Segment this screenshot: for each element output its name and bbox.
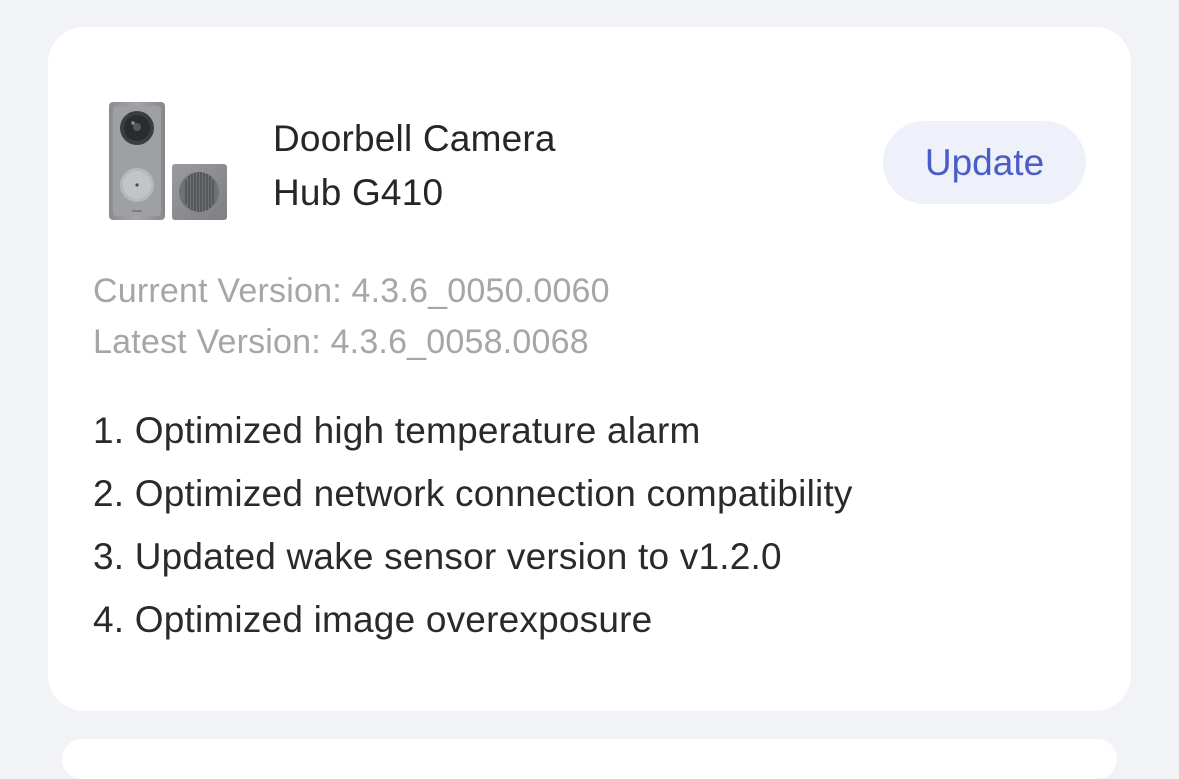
latest-version: Latest Version: 4.3.6_0058.0068: [93, 323, 589, 361]
release-note-item: 1. Optimized high temperature alarm: [93, 410, 701, 451]
release-notes: 1. Optimized high temperature alarm 2. O…: [93, 399, 853, 651]
device-name: Doorbell Camera Hub G410: [273, 112, 833, 220]
device-name-line-2: Hub G410: [273, 172, 444, 213]
device-image: [109, 102, 227, 220]
release-note-item: 3. Updated wake sensor version to v1.2.0: [93, 536, 782, 577]
update-button[interactable]: Update: [883, 121, 1086, 204]
release-note-item: 2. Optimized network connection compatib…: [93, 473, 853, 514]
next-card: [62, 739, 1117, 779]
version-info: Current Version: 4.3.6_0050.0060 Latest …: [93, 266, 610, 368]
device-name-line-1: Doorbell Camera: [273, 118, 556, 159]
current-version: Current Version: 4.3.6_0050.0060: [93, 272, 610, 310]
release-note-item: 4. Optimized image overexposure: [93, 599, 653, 640]
